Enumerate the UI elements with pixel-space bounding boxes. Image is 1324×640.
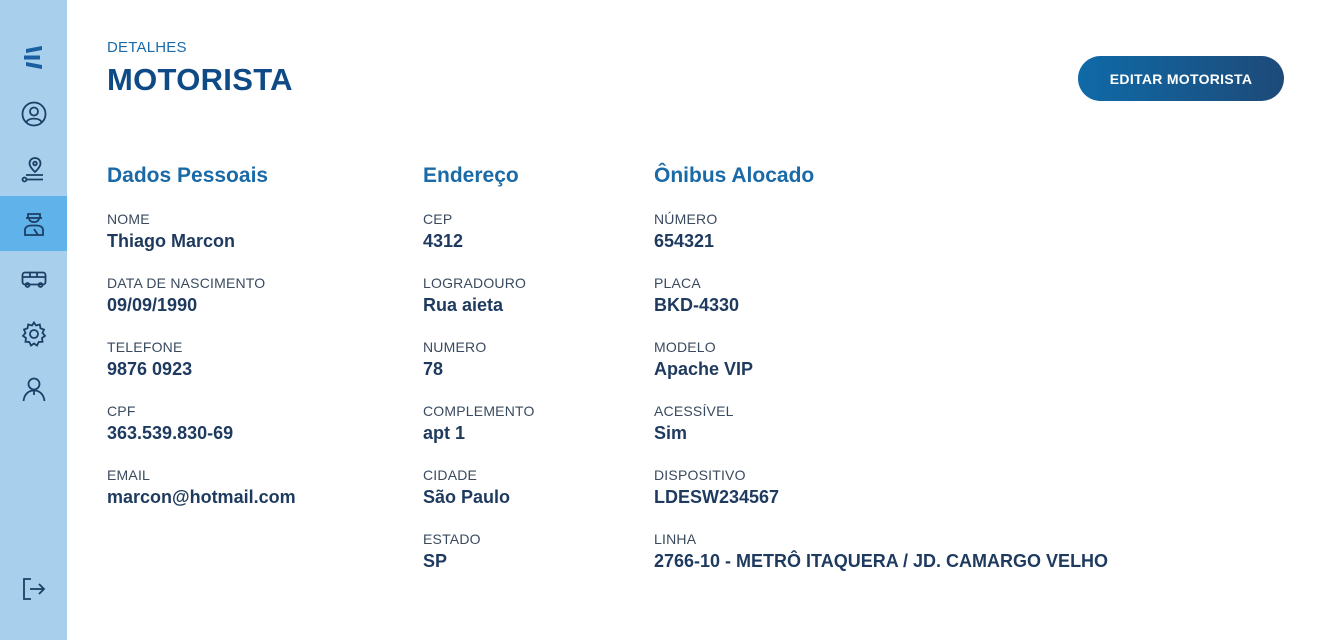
field-label: NÚMERO: [654, 211, 718, 227]
page-eyebrow: DETALHES: [107, 39, 187, 56]
field-label: CEP: [423, 211, 453, 227]
logout-icon: [22, 577, 45, 600]
field-value: 363.539.830-69: [107, 423, 234, 443]
field-value: apt 1: [423, 423, 466, 443]
section-title: Endereço: [423, 164, 519, 187]
field-value: 9876 0923: [107, 359, 193, 379]
field-cep: CEP 4312: [423, 210, 535, 258]
field-street: LOGRADOURO Rua aieta: [423, 274, 535, 322]
field-line: LINHA 2766-10 - METRÔ ITAQUERA / JD. CAM…: [654, 530, 1108, 578]
field-value: 2766-10 - METRÔ ITAQUERA / JD. CAMARGO V…: [654, 551, 1109, 571]
sidebar-logout[interactable]: [0, 561, 67, 616]
field-value: São Paulo: [423, 487, 511, 507]
field-label: CIDADE: [423, 467, 478, 483]
sidebar-item-routes[interactable]: [0, 141, 67, 196]
field-value: LDESW234567: [654, 487, 780, 507]
field-name: NOME Thiago Marcon: [107, 210, 296, 258]
field-value: marcon@hotmail.com: [107, 487, 296, 507]
brand-logo-icon: [23, 45, 42, 69]
field-email: EMAIL marcon@hotmail.com: [107, 466, 296, 514]
section-address: Endereço CEP 4312 LOGRADOURO Rua aieta N…: [423, 162, 535, 578]
field-value: 09/09/1990: [107, 295, 198, 315]
edit-driver-button[interactable]: EDITAR MOTORISTA: [1078, 56, 1284, 101]
gear-icon: [21, 320, 46, 347]
field-value: Rua aieta: [423, 295, 504, 315]
field-value: Thiago Marcon: [107, 231, 236, 251]
main-content: DETALHES MOTORISTA EDITAR MOTORISTA Dado…: [107, 0, 1324, 640]
sidebar-item-drivers[interactable]: [0, 196, 67, 251]
field-label: LOGRADOURO: [423, 275, 527, 291]
field-bus-number: NÚMERO 654321: [654, 210, 1108, 258]
field-label: EMAIL: [107, 467, 151, 483]
field-plate: PLACA BKD-4330: [654, 274, 1108, 322]
field-city: CIDADE São Paulo: [423, 466, 535, 514]
field-label: NUMERO: [423, 339, 487, 355]
field-label: TELEFONE: [107, 339, 183, 355]
field-label: NOME: [107, 211, 150, 227]
field-label: COMPLEMENTO: [423, 403, 535, 419]
section-title: Dados Pessoais: [107, 164, 269, 187]
field-value: 78: [423, 359, 444, 379]
field-label: DISPOSITIVO: [654, 467, 746, 483]
field-label: DATA DE NASCIMENTO: [107, 275, 266, 291]
field-cpf: CPF 363.539.830-69: [107, 402, 296, 450]
person-icon: [22, 377, 45, 401]
field-number: NUMERO 78: [423, 338, 535, 386]
sidebar: [0, 0, 67, 640]
field-value: BKD-4330: [654, 295, 740, 315]
field-label: ACESSÍVEL: [654, 403, 734, 419]
bus-icon: [21, 271, 46, 288]
field-device: DISPOSITIVO LDESW234567: [654, 466, 1108, 514]
field-value: 654321: [654, 231, 715, 251]
field-label: ESTADO: [423, 531, 481, 547]
sidebar-logo[interactable]: [0, 29, 67, 84]
field-label: LINHA: [654, 531, 697, 547]
field-phone: TELEFONE 9876 0923: [107, 338, 296, 386]
field-value: Apache VIP: [654, 359, 754, 379]
field-label: CPF: [107, 403, 136, 419]
driver-icon: [23, 212, 44, 236]
field-state: ESTADO SP: [423, 530, 535, 578]
sidebar-item-profile[interactable]: [0, 86, 67, 141]
sidebar-item-buses[interactable]: [0, 251, 67, 306]
field-value: 4312: [423, 231, 464, 251]
field-accessible: ACESSÍVEL Sim: [654, 402, 1108, 450]
field-value: SP: [423, 551, 448, 571]
route-pin-icon: [21, 156, 43, 182]
field-value: Sim: [654, 423, 688, 443]
field-label: PLACA: [654, 275, 701, 291]
user-circle-icon: [21, 101, 46, 126]
section-title: Ônibus Alocado: [654, 164, 815, 187]
page-title: MOTORISTA: [107, 62, 293, 97]
field-birth-date: DATA DE NASCIMENTO 09/09/1990: [107, 274, 296, 322]
field-model: MODELO Apache VIP: [654, 338, 1108, 386]
field-label: MODELO: [654, 339, 716, 355]
section-allocated-bus: Ônibus Alocado NÚMERO 654321 PLACA BKD-4…: [654, 162, 1108, 578]
sidebar-item-users[interactable]: [0, 361, 67, 416]
section-personal-data: Dados Pessoais NOME Thiago Marcon DATA D…: [107, 162, 296, 514]
field-complement: COMPLEMENTO apt 1: [423, 402, 535, 450]
sidebar-item-settings[interactable]: [0, 306, 67, 361]
